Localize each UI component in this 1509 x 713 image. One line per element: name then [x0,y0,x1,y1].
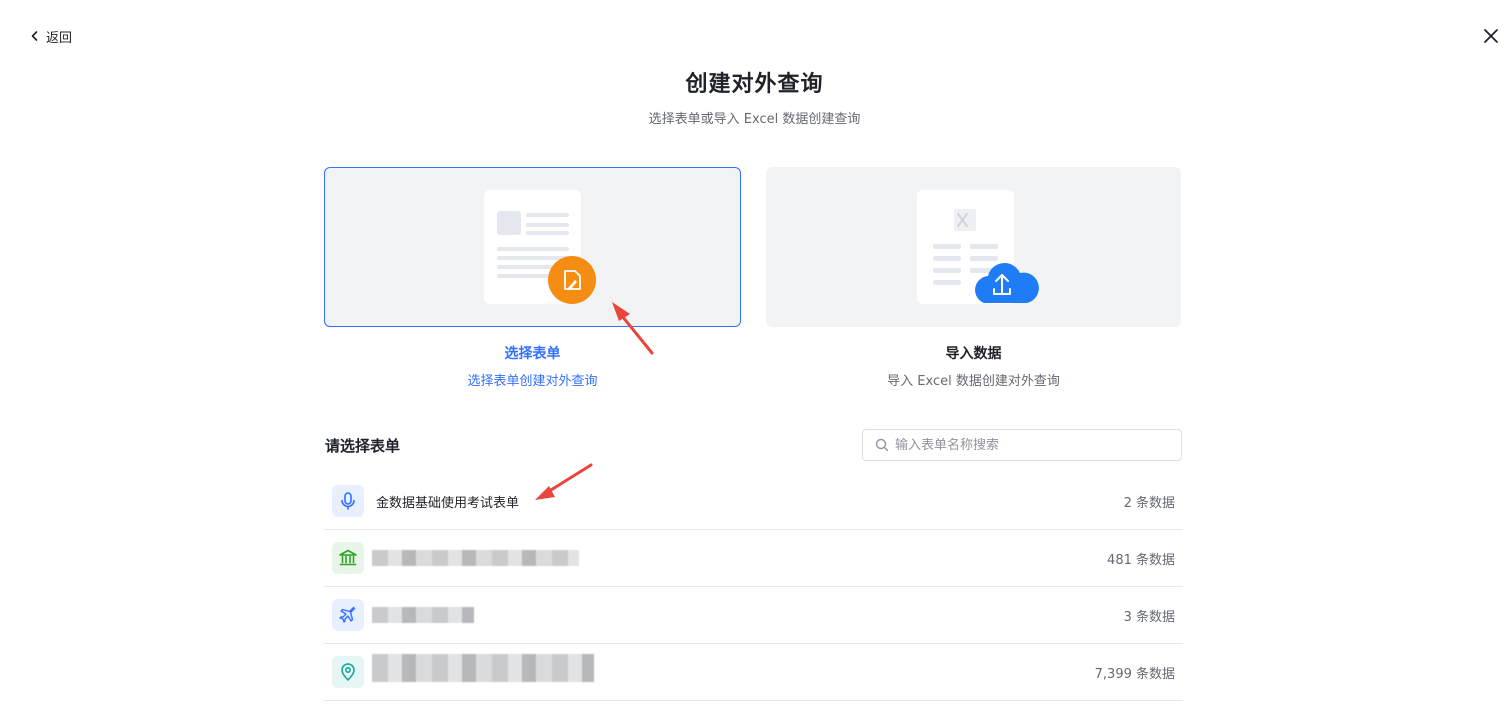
form-search-box[interactable] [862,429,1182,461]
excel-document-icon [917,190,1039,304]
search-icon [875,438,889,452]
form-list-label: 请选择表单 [325,437,401,455]
form-record-count: 2 条数据 [1123,495,1175,511]
select-form-card[interactable] [324,167,741,327]
form-name: 金数据基础使用考试表单 [376,495,520,511]
form-list: 金数据基础使用考试表单 2 条数据 481 条数据 3 条数据 7,399 条数… [324,473,1183,701]
import-data-desc: 导入 Excel 数据创建对外查询 [887,374,1060,389]
location-pin-icon [332,656,364,688]
back-button[interactable]: 返回 [28,25,72,47]
redacted-form-name [372,550,579,566]
redacted-form-name [372,607,474,623]
bank-icon [332,542,364,574]
form-list-item[interactable]: 金数据基础使用考试表单 2 条数据 [324,473,1183,530]
form-search-input[interactable] [895,437,1165,453]
close-icon[interactable] [1481,26,1501,46]
form-record-count: 481 条数据 [1107,552,1175,568]
edit-form-icon [548,256,596,304]
page-title: 创建对外查询 [685,72,824,97]
back-label: 返回 [46,30,73,46]
chevron-left-icon [31,31,38,41]
microphone-icon [332,485,364,517]
import-data-card[interactable] [766,167,1181,327]
import-data-title: 导入数据 [945,346,1002,362]
redacted-form-name [372,654,594,682]
airplane-icon [332,599,364,631]
select-form-title: 选择表单 [504,346,561,362]
form-record-count: 7,399 条数据 [1094,666,1175,682]
page-subtitle: 选择表单或导入 Excel 数据创建查询 [648,112,861,127]
form-list-item[interactable]: 481 条数据 [324,530,1183,587]
select-form-desc: 选择表单创建对外查询 [467,374,598,389]
form-list-item[interactable]: 3 条数据 [324,587,1183,644]
form-list-item[interactable]: 7,399 条数据 [324,644,1183,701]
form-record-count: 3 条数据 [1123,609,1175,625]
form-document-icon [484,190,596,304]
